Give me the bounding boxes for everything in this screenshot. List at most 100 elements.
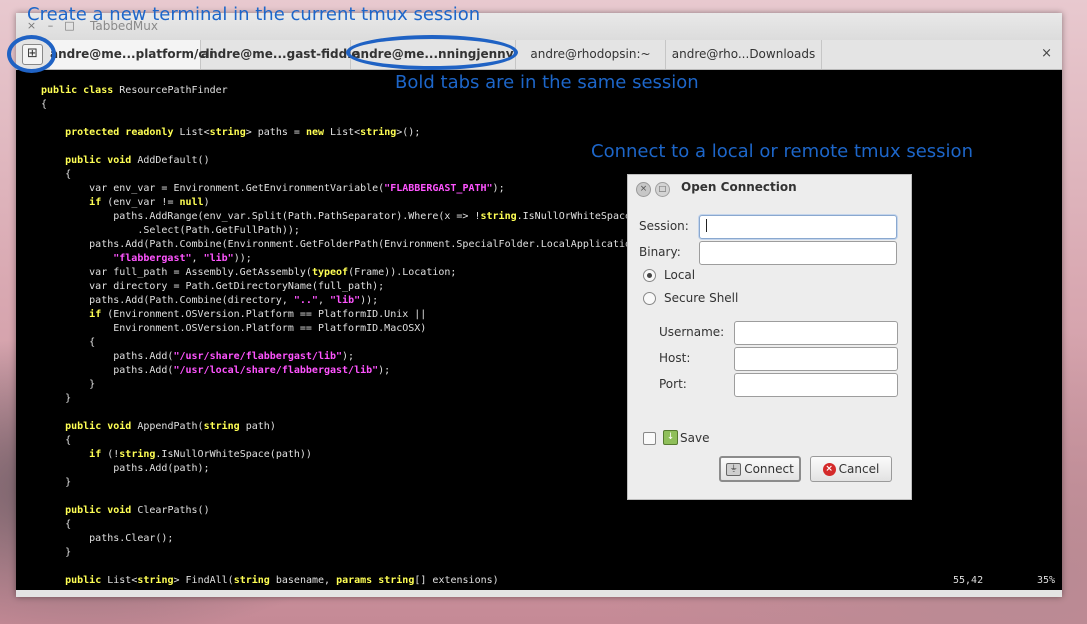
port-label: Port: xyxy=(659,377,687,391)
binary-input[interactable] xyxy=(699,241,897,265)
annotation-connect: Connect to a local or remote tmux sessio… xyxy=(591,141,973,162)
terminal-line: paths.Add(Path.Combine(directory, "..", … xyxy=(41,294,673,308)
code-token: AddDefault() xyxy=(137,155,210,166)
code-token: Environment.OSVersion.Platform == Platfo… xyxy=(41,323,427,334)
code-token: string xyxy=(480,211,517,222)
terminal-line: public void AppendPath(string path) xyxy=(41,420,673,434)
terminal-line: { xyxy=(41,336,673,350)
save-checkbox[interactable] xyxy=(643,432,656,445)
code-token: public void xyxy=(65,421,138,432)
code-token: if xyxy=(89,449,108,460)
username-input[interactable] xyxy=(734,321,898,345)
code-token: string xyxy=(209,127,246,138)
code-token: .Select(Path.GetFullPath)); xyxy=(41,225,300,236)
connect-label: Connect xyxy=(744,462,794,476)
terminal-line: protected readonly List<string> paths = … xyxy=(41,126,673,140)
terminal-line: .Select(Path.GetFullPath)); xyxy=(41,224,673,238)
terminal-line: { xyxy=(41,98,673,112)
tab-downloads[interactable]: andre@rho...Downloads xyxy=(666,40,822,69)
annotation-bold-tabs: Bold tabs are in the same session xyxy=(395,72,699,93)
code-token: paths.Add( xyxy=(41,365,174,376)
terminal-line: } xyxy=(41,546,673,560)
code-token: { xyxy=(41,337,96,348)
window-bottom-edge xyxy=(16,590,1062,597)
save-label: Save xyxy=(680,430,710,445)
code-token: List< xyxy=(179,127,210,138)
cancel-button[interactable]: × Cancel xyxy=(810,456,892,482)
local-radio[interactable] xyxy=(643,269,656,282)
code-token: string xyxy=(360,127,397,138)
session-input[interactable] xyxy=(699,215,897,239)
code-token: var full_path = Assembly.GetAssembly( xyxy=(41,267,312,278)
terminal-line: if (Environment.OSVersion.Platform == Pl… xyxy=(41,308,673,322)
code-token: "/usr/share/flabbergast/lib" xyxy=(173,351,343,362)
dialog-maximize-icon[interactable]: □ xyxy=(655,182,670,197)
code-token: paths.Add( xyxy=(41,351,174,362)
binary-label: Binary: xyxy=(639,245,681,259)
save-option: ↓ Save xyxy=(663,430,709,445)
code-token: if xyxy=(89,309,108,320)
port-input[interactable] xyxy=(734,373,898,397)
scroll-percent: 35% xyxy=(1037,575,1056,586)
terminal-line: var full_path = Assembly.GetAssembly(typ… xyxy=(41,266,673,280)
terminal-line: public void ClearPaths() xyxy=(41,504,673,518)
code-token: basename, xyxy=(275,575,337,586)
tab-gast-fiddle[interactable]: andre@me...gast-fiddle xyxy=(201,40,359,69)
code-token: .IsNullOrWhiteSpace(path)) xyxy=(155,449,312,460)
code-token: )); xyxy=(360,295,379,306)
code-token: (Frame)).Location; xyxy=(348,267,457,278)
dialog-title: Open Connection xyxy=(681,180,797,194)
code-token: typeof xyxy=(311,267,349,278)
code-token: if xyxy=(89,197,108,208)
terminal-line: var directory = Path.GetDirectoryName(fu… xyxy=(41,280,673,294)
code-token: string xyxy=(137,575,174,586)
highlight-ring-new-terminal xyxy=(7,35,56,73)
code-token: { xyxy=(41,169,72,180)
code-token: } xyxy=(41,379,96,390)
code-token: "/usr/local/share/flabbergast/lib" xyxy=(173,365,379,376)
terminal-text: public class ResourcePathFinder { protect… xyxy=(41,84,673,588)
terminal-line: paths.AddRange(env_var.Split(Path.PathSe… xyxy=(41,210,673,224)
code-token: path) xyxy=(245,421,276,432)
code-token: , xyxy=(191,253,204,264)
terminal-line: } xyxy=(41,476,673,490)
code-token: paths.Add(Path.Combine(directory, xyxy=(41,295,294,306)
terminal-line: var env_var = Environment.GetEnvironment… xyxy=(41,182,673,196)
session-label: Session: xyxy=(639,219,689,233)
terminal-line: paths.Add(path); xyxy=(41,462,673,476)
code-token: ); xyxy=(378,365,391,376)
code-token: AppendPath( xyxy=(137,421,204,432)
connect-button[interactable]: ⏚ Connect xyxy=(719,456,801,482)
dialog-titlebar: × □ Open Connection xyxy=(628,175,911,199)
terminal-line: } xyxy=(41,378,673,392)
code-token: (env_var != xyxy=(107,197,180,208)
tab-rhodopsin-home[interactable]: andre@rhodopsin:~ xyxy=(516,40,666,69)
code-token: paths.AddRange(env_var.Split(Path.PathSe… xyxy=(41,211,481,222)
secure-shell-radio[interactable] xyxy=(643,292,656,305)
close-tab-icon[interactable]: × xyxy=(1041,46,1052,61)
code-token: [] extensions) xyxy=(414,575,499,586)
annotation-new-terminal: Create a new terminal in the current tmu… xyxy=(27,4,481,25)
code-token: public xyxy=(65,575,108,586)
highlight-ring-tab xyxy=(346,35,518,70)
terminal-line: if (env_var != null) xyxy=(41,196,673,210)
terminal-line: paths.Clear(); xyxy=(41,532,673,546)
host-input[interactable] xyxy=(734,347,898,371)
terminal-line: { xyxy=(41,168,673,182)
code-token: (! xyxy=(107,449,120,460)
code-token: "lib" xyxy=(203,253,234,264)
tab-platform-cli[interactable]: andre@me...platform/cli xyxy=(50,40,214,69)
terminal-line: paths.Add(Path.Combine(Environment.GetFo… xyxy=(41,238,673,252)
code-token: null xyxy=(179,197,204,208)
code-token: "FLABBERGAST_PATH" xyxy=(384,183,493,194)
terminal-line: paths.Add("/usr/share/flabbergast/lib"); xyxy=(41,350,673,364)
code-token: { xyxy=(41,519,72,530)
terminal-line: public void AddDefault() xyxy=(41,154,673,168)
dialog-close-icon[interactable]: × xyxy=(636,182,651,197)
code-token: string xyxy=(203,421,246,432)
